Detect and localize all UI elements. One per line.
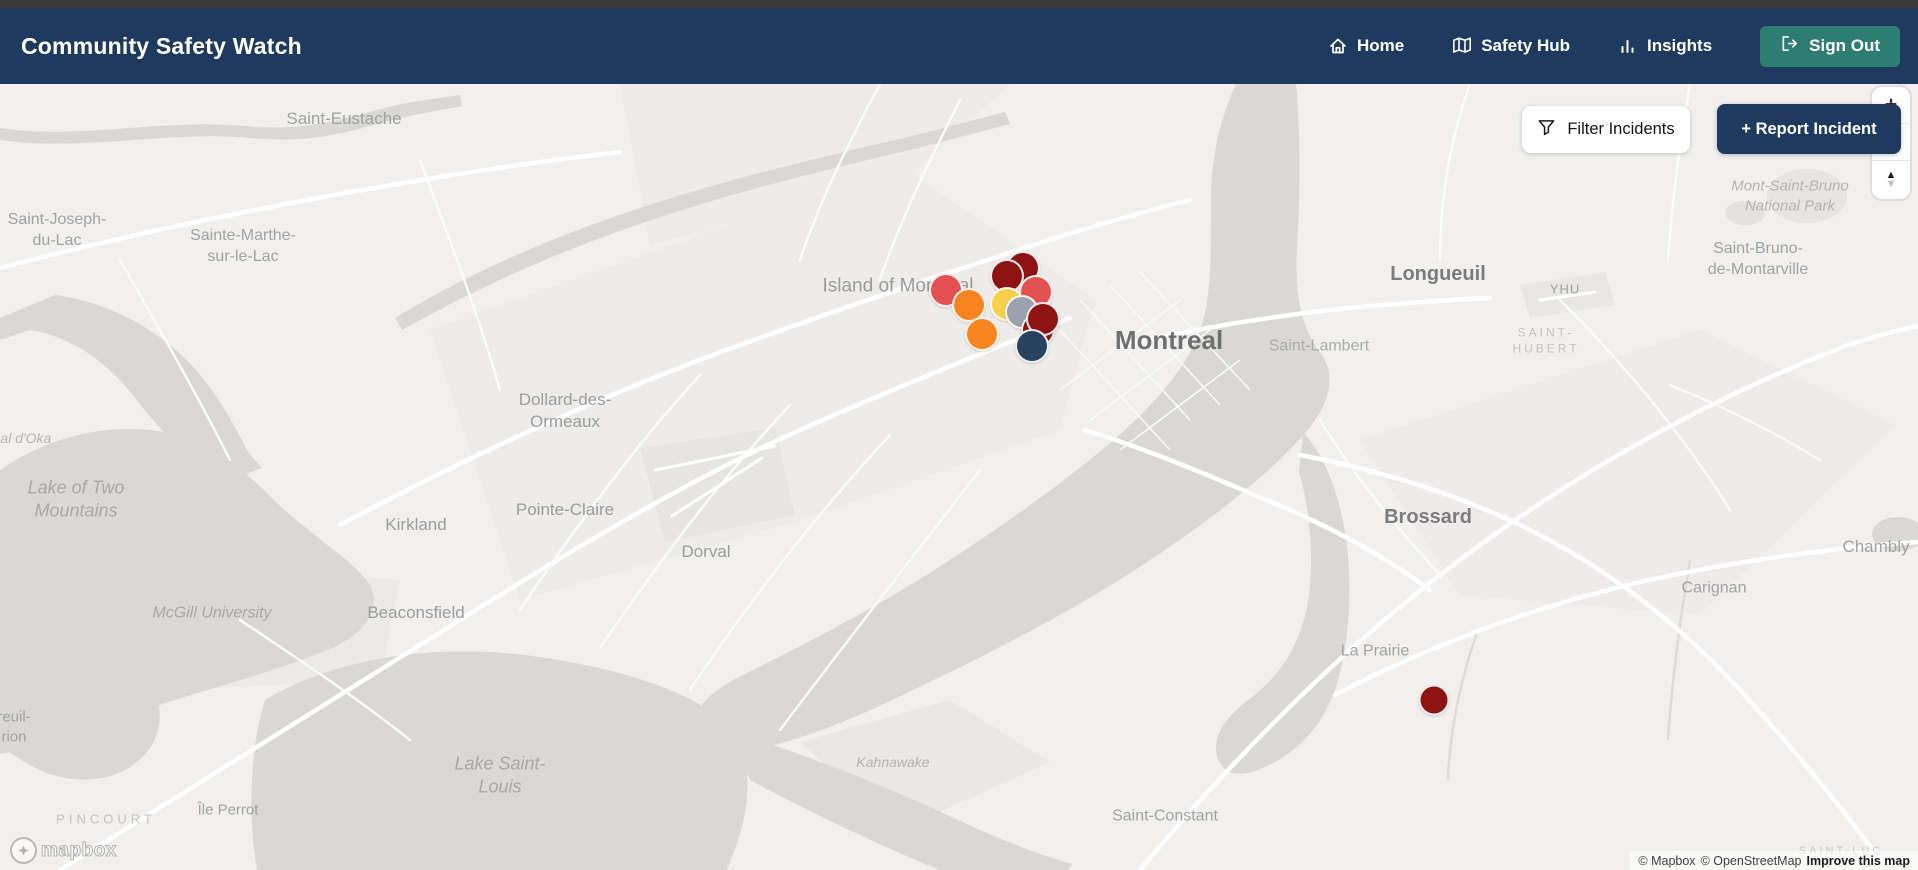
nav-item-safety-hub[interactable]: Safety Hub	[1452, 36, 1570, 56]
mapbox-logo-text: mapbox	[40, 839, 117, 861]
pitch-toggle-button[interactable]: ▲ ▼	[1872, 161, 1910, 198]
improve-this-map-link[interactable]: Improve this map	[1807, 854, 1911, 868]
filter-incidents-label: Filter Incidents	[1567, 120, 1675, 138]
nav-menu: Home Safety Hub Insights Sign Out	[1328, 25, 1900, 67]
browser-chrome-strip	[0, 0, 1918, 8]
app-screen: Community Safety Watch Home Safety Hub I…	[0, 0, 1918, 870]
nav-item-label: Insights	[1647, 36, 1713, 55]
map-viewport[interactable]: Saint-Eustache Saint-Joseph- du-Lac Sainte…	[0, 84, 1918, 870]
incident-marker[interactable]	[1015, 329, 1049, 363]
map-icon	[1452, 36, 1472, 56]
openstreetmap-attribution-link[interactable]: © OpenStreetMap	[1701, 854, 1802, 868]
logout-icon	[1780, 34, 1799, 58]
mapbox-logo-icon	[10, 837, 37, 864]
funnel-icon	[1537, 118, 1556, 142]
home-icon	[1328, 36, 1348, 56]
report-incident-label: + Report Incident	[1741, 119, 1877, 138]
nav-item-label: Home	[1356, 36, 1405, 55]
sign-out-label: Sign Out	[1809, 36, 1880, 55]
pitch-down-icon: ▼	[1885, 177, 1897, 190]
sign-out-button[interactable]: Sign Out	[1760, 25, 1900, 67]
navbar: Community Safety Watch Home Safety Hub I…	[0, 8, 1918, 84]
incident-marker[interactable]	[1418, 684, 1450, 716]
bar-chart-icon	[1618, 36, 1638, 56]
incident-marker[interactable]	[965, 317, 999, 351]
report-incident-button[interactable]: + Report Incident	[1717, 104, 1901, 154]
app-title: Community Safety Watch	[21, 32, 302, 59]
map-attribution: © Mapbox © OpenStreetMap Improve this ma…	[1630, 851, 1918, 870]
mapbox-attribution-link[interactable]: © Mapbox	[1638, 854, 1695, 868]
nav-item-insights[interactable]: Insights	[1618, 36, 1712, 56]
filter-incidents-button[interactable]: Filter Incidents	[1522, 106, 1690, 153]
nav-item-label: Safety Hub	[1481, 36, 1570, 55]
mapbox-logo[interactable]: mapbox	[10, 837, 117, 864]
incident-markers-layer	[0, 84, 1918, 870]
nav-item-home[interactable]: Home	[1328, 36, 1404, 56]
